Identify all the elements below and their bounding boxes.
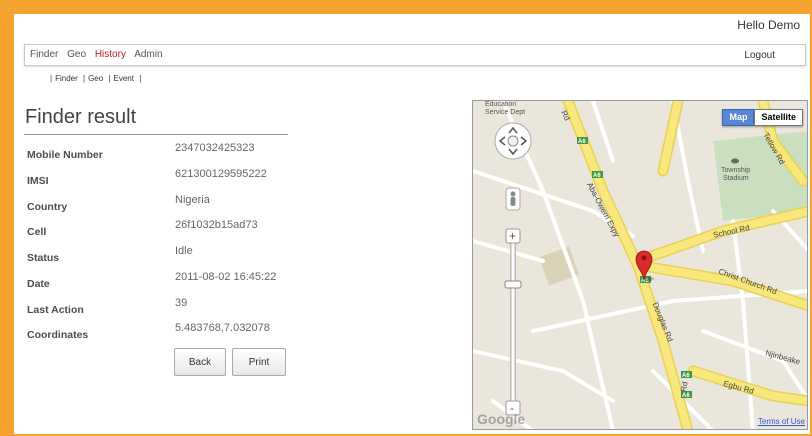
place-label: Township xyxy=(721,167,751,174)
subnav-event[interactable]: Event xyxy=(114,74,134,83)
terms-of-use-link[interactable]: Terms of Use xyxy=(758,417,805,426)
place-label: Education xyxy=(485,101,517,108)
field-value: Idle xyxy=(175,245,193,257)
field-coordinates: Coordinates 5.483768,7.032078 xyxy=(27,322,297,342)
back-button[interactable]: Back xyxy=(174,348,226,376)
google-logo: Google xyxy=(477,411,526,427)
stadium-icon xyxy=(731,158,739,164)
field-value: Nigeria xyxy=(175,194,210,206)
field-imsi: IMSI 621300129595222 xyxy=(27,168,297,188)
field-value: 39 xyxy=(175,297,188,309)
road-shield: A6 xyxy=(578,139,586,145)
field-label: IMSI xyxy=(27,175,49,187)
nav-menu: Finder Geo History Admin xyxy=(30,49,169,60)
app-frame: Hello Demo Finder Geo History Admin Logo… xyxy=(14,14,810,434)
place-label: Stadium xyxy=(723,175,749,182)
field-label: Date xyxy=(27,278,50,290)
field-value: 2347032425323 xyxy=(175,142,255,154)
location-map[interactable]: A6 A6 A6 A6 A6 + - Map Satellite Educati… xyxy=(472,100,808,430)
pan-control xyxy=(494,122,532,160)
field-cell: Cell 26f1032b15ad73 xyxy=(27,219,297,239)
field-value: 621300129595222 xyxy=(175,168,267,180)
road-shield: A6 xyxy=(682,393,690,399)
print-button[interactable]: Print xyxy=(232,348,286,376)
subnav-finder[interactable]: Finder xyxy=(55,74,78,83)
field-label: Country xyxy=(27,201,68,213)
road-label: Rd xyxy=(679,380,690,393)
field-value: 26f1032b15ad73 xyxy=(175,219,258,231)
map-type-control: Map Satellite xyxy=(722,109,803,126)
field-label: Mobile Number xyxy=(27,149,103,161)
nav-item-geo[interactable]: Geo xyxy=(67,49,86,60)
user-greeting: Hello Demo xyxy=(737,18,800,32)
field-value: 2011-08-02 16:45:22 xyxy=(175,271,277,283)
subnav-geo[interactable]: Geo xyxy=(88,74,103,83)
field-label: Coordinates xyxy=(27,329,89,341)
svg-text:+: + xyxy=(509,229,516,243)
field-label: Status xyxy=(27,252,60,264)
page-title: Finder result xyxy=(25,106,137,128)
field-status: Status Idle xyxy=(27,245,297,265)
logout-link[interactable]: Logout xyxy=(744,50,775,61)
map-tiles: A6 A6 A6 A6 A6 + - xyxy=(473,101,807,429)
sub-nav: | Finder | Geo | Event | xyxy=(50,74,142,83)
main-nav: Finder Geo History Admin Logout xyxy=(24,44,806,66)
field-label: Last Action xyxy=(27,304,84,316)
field-date: Date 2011-08-02 16:45:22 xyxy=(27,271,297,291)
street-view-icon xyxy=(505,187,521,211)
field-label: Cell xyxy=(27,226,47,238)
title-divider xyxy=(24,134,288,135)
road-shield: A6 xyxy=(593,173,601,179)
map-type-satellite[interactable]: Satellite xyxy=(754,109,803,126)
place-label: Service Dept xyxy=(485,109,526,116)
field-country: Country Nigeria xyxy=(27,194,297,214)
field-last-action: Last Action 39 xyxy=(27,297,297,317)
field-value: 5.483768,7.032078 xyxy=(175,322,270,334)
map-type-map[interactable]: Map xyxy=(722,109,755,126)
nav-item-history[interactable]: History xyxy=(95,49,126,60)
road-shield: A6 xyxy=(682,373,690,379)
field-mobile-number: Mobile Number 2347032425323 xyxy=(27,142,297,162)
nav-item-admin[interactable]: Admin xyxy=(134,49,162,60)
nav-item-finder[interactable]: Finder xyxy=(30,49,58,60)
